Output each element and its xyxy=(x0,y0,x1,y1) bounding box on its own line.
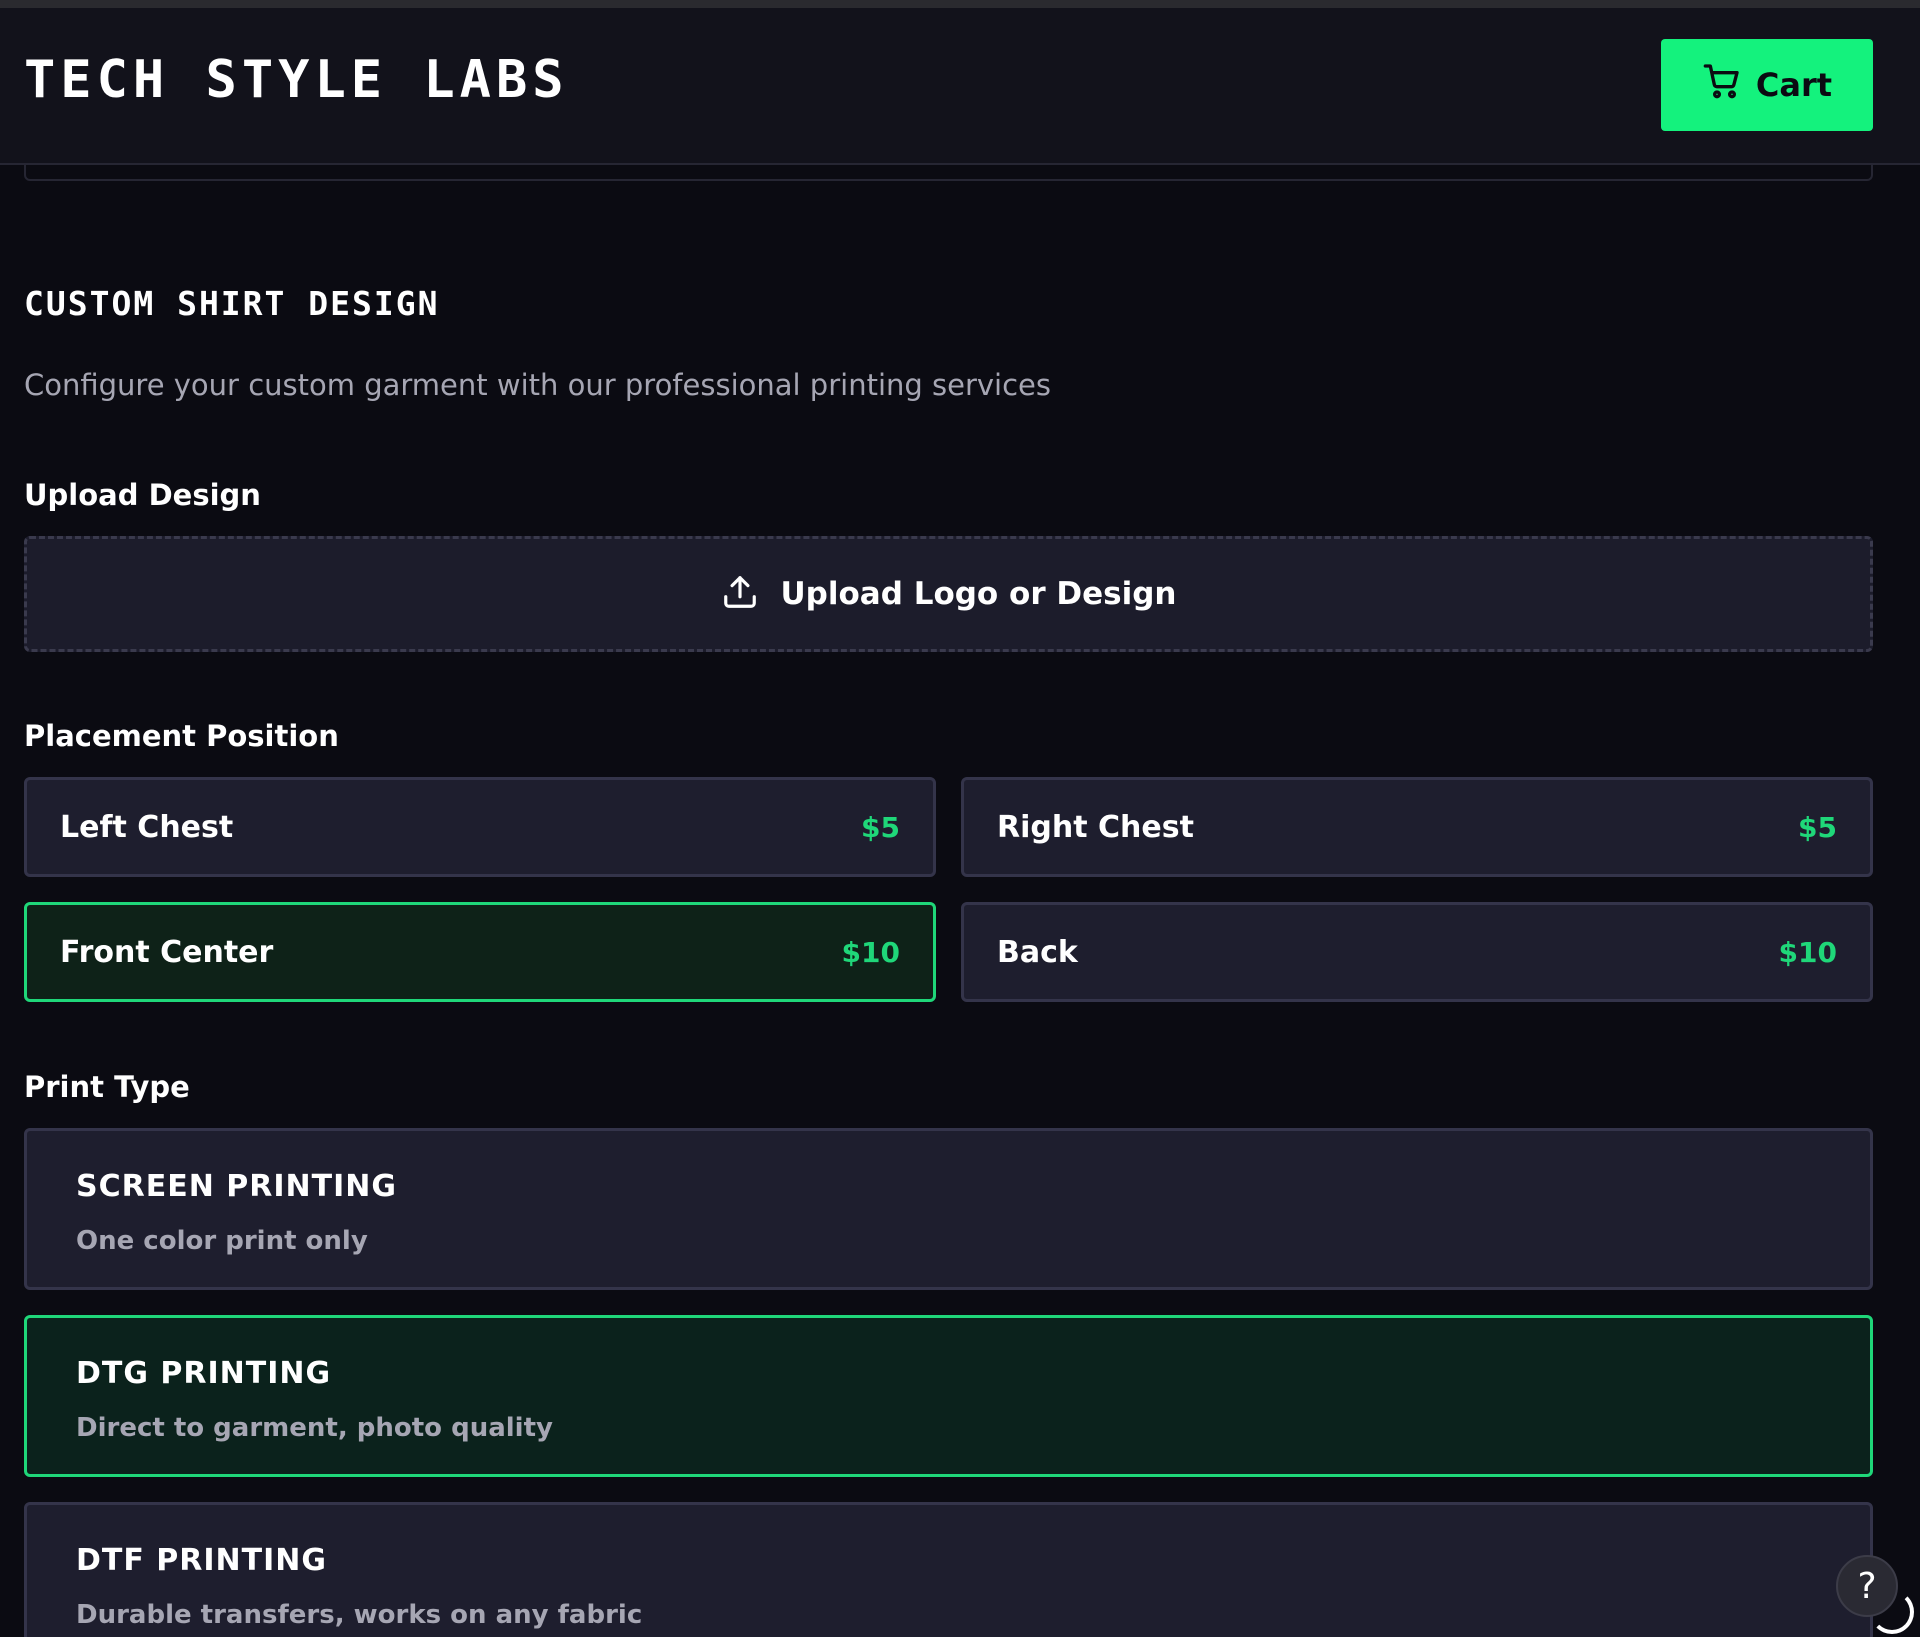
print-option-name: DTG PRINTING xyxy=(76,1356,332,1391)
print-type-label: Print Type xyxy=(24,1070,190,1104)
print-option-dtf-printing[interactable]: DTF PRINTING Durable transfers, works on… xyxy=(24,1502,1873,1637)
brand-logo-text[interactable]: TECH STYLE LABS xyxy=(24,50,569,110)
print-option-description: Direct to garment, photo quality xyxy=(76,1413,553,1443)
placement-option-name: Back xyxy=(997,934,1078,970)
print-option-dtg-printing[interactable]: DTG PRINTING Direct to garment, photo qu… xyxy=(24,1315,1873,1477)
placement-option-price: $10 xyxy=(841,935,900,969)
print-option-description: One color print only xyxy=(76,1226,368,1256)
placement-option-price: $5 xyxy=(1798,810,1837,844)
placement-option-name: Front Center xyxy=(60,934,274,970)
site-header: TECH STYLE LABS Cart xyxy=(0,8,1920,165)
placement-option-back[interactable]: Back $10 xyxy=(961,902,1873,1002)
upload-icon xyxy=(721,573,759,615)
print-option-screen-printing[interactable]: SCREEN PRINTING One color print only xyxy=(24,1128,1873,1290)
page: TECH STYLE LABS Cart CUSTOM SHIRT DESIGN… xyxy=(0,0,1920,1637)
upload-design-button[interactable]: Upload Logo or Design xyxy=(24,536,1873,652)
shopping-cart-icon xyxy=(1702,61,1742,109)
cart-button[interactable]: Cart xyxy=(1661,39,1873,131)
print-option-name: DTF PRINTING xyxy=(76,1543,328,1578)
previous-card-edge xyxy=(24,165,1873,181)
placement-option-name: Right Chest xyxy=(997,809,1194,845)
cart-label: Cart xyxy=(1755,66,1833,104)
placement-option-right-chest[interactable]: Right Chest $5 xyxy=(961,777,1873,877)
upload-design-label: Upload Design xyxy=(24,478,261,512)
placement-option-front-center[interactable]: Front Center $10 xyxy=(24,902,936,1002)
print-option-description: Durable transfers, works on any fabric xyxy=(76,1600,643,1630)
loading-spinner-icon xyxy=(1870,1590,1914,1634)
placement-option-left-chest[interactable]: Left Chest $5 xyxy=(24,777,936,877)
placement-position-label: Placement Position xyxy=(24,719,339,753)
section-subtitle: Configure your custom garment with our p… xyxy=(24,368,1051,402)
placement-option-name: Left Chest xyxy=(60,809,234,845)
placement-option-price: $10 xyxy=(1778,935,1837,969)
section-title: CUSTOM SHIRT DESIGN xyxy=(24,284,440,323)
browser-top-strip xyxy=(0,0,1920,8)
placement-option-price: $5 xyxy=(861,810,900,844)
print-option-name: SCREEN PRINTING xyxy=(76,1169,397,1204)
upload-button-label: Upload Logo or Design xyxy=(780,576,1177,612)
